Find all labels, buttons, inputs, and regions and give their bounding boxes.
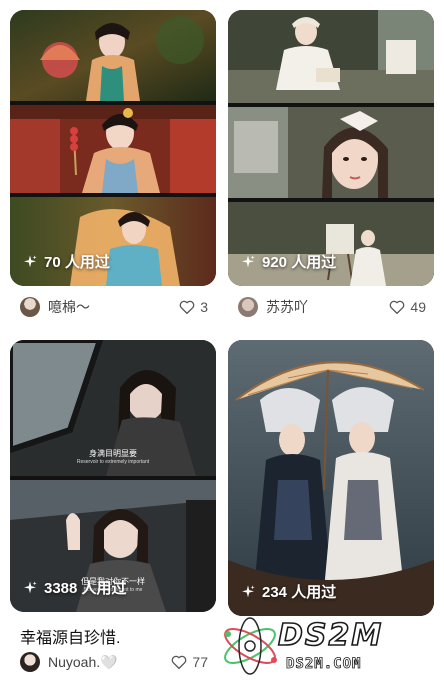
sparkle-icon [24,254,37,267]
heart-icon [172,655,187,670]
usage-count-badge: 920 人用过 [240,251,336,272]
avatar[interactable] [238,297,258,317]
sparkle-icon [24,580,37,593]
avatar[interactable] [20,652,40,672]
card-meta: 苏苏吖 49 [228,296,434,318]
usage-count-badge: 234 人用过 [240,581,336,602]
author-name[interactable]: Nuyoah.🤍 [48,654,118,671]
photo-car-window-1: 身满目明显要 Reservoir to extremely important [10,340,216,476]
photo-portrait-bow [228,107,434,198]
like-count: 3 [200,299,208,315]
like-count: 77 [192,654,208,670]
usage-count-badge: 3388 人用过 [22,577,127,598]
caption-line: 身满目明显要 [89,449,137,458]
template-thumbnail[interactable]: 920 人用过 [228,10,434,286]
template-card-3[interactable]: 身满目明显要 Reservoir to extremely important … [10,340,216,680]
author-name[interactable]: 噫棉～ [48,297,90,317]
watermark: DS2M DS2M.COM [216,610,436,680]
template-thumbnail[interactable]: 身满目明显要 Reservoir to extremely important … [10,340,216,612]
avatar[interactable] [20,297,40,317]
watermark-logo-text: DS2M [277,617,384,654]
template-card-1[interactable]: 70 人用过 噫棉～ 3 [10,10,216,320]
photo-hanfu-fan [10,10,216,101]
like-button[interactable]: 77 [170,653,208,671]
like-button[interactable]: 3 [178,298,208,316]
card-meta: 噫棉～ 3 [10,296,216,318]
photo-hanfu-candy [10,105,216,193]
heart-icon [390,300,405,315]
sparkle-icon [242,584,255,597]
template-card-2[interactable]: 920 人用过 苏苏吖 49 [228,10,434,320]
template-thumbnail[interactable]: 70 人用过 [10,10,216,286]
like-button[interactable]: 49 [388,298,426,316]
heart-icon [179,300,195,315]
photo-hanfu-veil [10,197,216,286]
card-title[interactable]: 幸福源自珍惜. [20,624,120,648]
usage-count-badge: 70 人用过 [22,251,110,272]
usage-count: 920 人用过 [262,254,337,271]
photo-park-bench [228,10,434,103]
sparkle-icon [242,254,255,267]
template-thumbnail[interactable]: 234 人用过 [228,340,434,616]
card-meta: Nuyoah.🤍 77 [10,651,216,673]
usage-count: 3388 人用过 [44,580,127,597]
watermark-domain: DS2M.COM [286,656,362,673]
atom-logo-icon [224,617,277,675]
photo-easel [228,202,434,286]
usage-count: 234 人用过 [262,584,337,601]
photo-caption: 身满目明显要 Reservoir to extremely important [10,448,216,465]
usage-count: 70 人用过 [44,254,110,271]
author-name[interactable]: 苏苏吖 [266,297,308,317]
caption-subline: Reservoir to extremely important [76,459,150,465]
photo-umbrella-boat [228,340,434,616]
like-count: 49 [410,299,426,315]
template-card-4[interactable]: 234 人用过 [228,340,434,616]
